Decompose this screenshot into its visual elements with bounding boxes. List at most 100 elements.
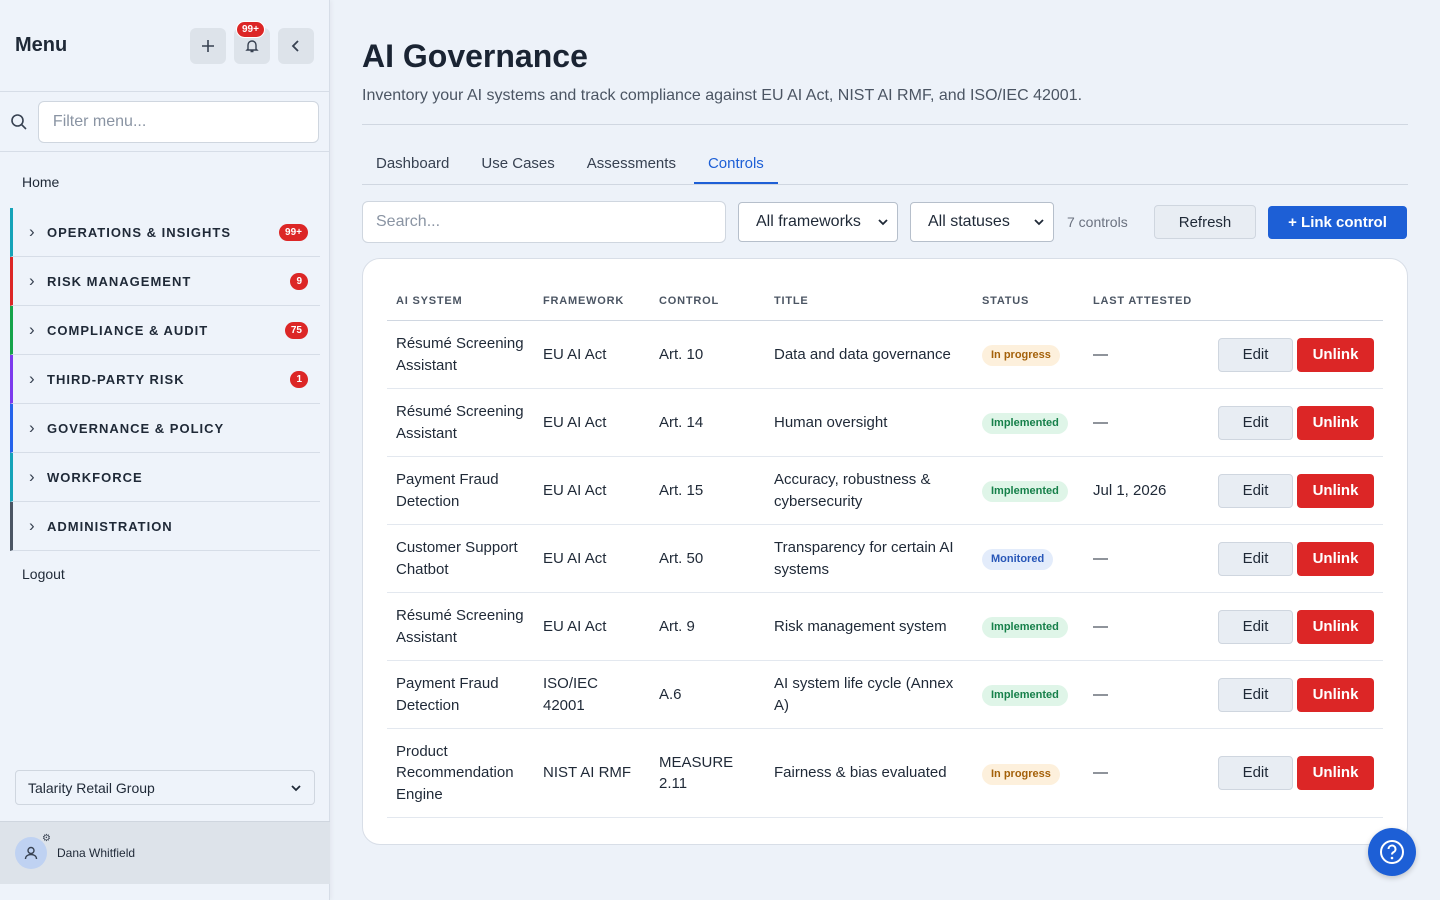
count-badge: 75 <box>284 321 308 339</box>
sidebar-section-risk-management[interactable]: › RISK MANAGEMENT 9 <box>10 257 320 306</box>
status-cell: Implemented <box>973 592 1084 661</box>
framework-cell: EU AI Act <box>534 456 650 525</box>
notifications-button[interactable]: 99+ <box>234 20 270 64</box>
count-badge: 9 <box>290 272 308 290</box>
control-cell: Art. 50 <box>650 524 765 593</box>
refresh-button[interactable]: Refresh <box>1154 205 1256 239</box>
unlink-button[interactable]: Unlink <box>1297 405 1374 440</box>
tab-bar: Dashboard Use Cases Assessments Controls <box>362 145 1408 185</box>
framework-select-value: All frameworks <box>756 213 861 230</box>
column-header-control: CONTROL <box>650 283 765 321</box>
help-button[interactable] <box>1368 828 1416 876</box>
sidebar-title: Menu <box>15 34 68 56</box>
title-cell: Human oversight <box>765 388 973 457</box>
search-icon <box>10 113 30 131</box>
sidebar-section-compliance-audit[interactable]: › COMPLIANCE & AUDIT 75 <box>10 306 320 355</box>
organization-label: Talarity Retail Group <box>28 779 155 796</box>
page-title: AI Governance <box>362 38 588 74</box>
sidebar-section-label: GOVERNANCE & POLICY <box>47 420 225 436</box>
sidebar-item-logout[interactable]: Logout <box>0 551 329 597</box>
edit-button[interactable]: Edit <box>1218 473 1293 508</box>
chevron-down-icon <box>878 219 888 226</box>
ai-system-cell: Résumé Screening Assistant <box>387 388 534 457</box>
sidebar: Menu 99+ Home ›OPERATIONS & INSIGHTS99+›… <box>0 0 330 900</box>
controls-table: AI SYSTEM FRAMEWORK CONTROL TITLE STATUS LAST… <box>387 283 1383 818</box>
ai-system-cell: Résumé Screening Assistant <box>387 592 534 661</box>
edit-button[interactable]: Edit <box>1218 405 1293 440</box>
actions-cell: Edit Unlink <box>1202 660 1383 729</box>
tab-dashboard[interactable]: Dashboard <box>362 145 463 184</box>
organization-select[interactable]: Talarity Retail Group <box>15 770 315 805</box>
sidebar-section-label: COMPLIANCE & AUDIT <box>47 322 209 338</box>
actions-cell: Edit Unlink <box>1202 524 1383 593</box>
table-row: Payment Fraud Detection ISO/IEC 42001 A.6 A… <box>387 660 1383 729</box>
edit-button[interactable]: Edit <box>1218 756 1293 790</box>
page-subtitle: Inventory your AI systems and track comp… <box>362 87 1408 125</box>
status-badge: In progress <box>982 345 1060 366</box>
table-header-row: AI SYSTEM FRAMEWORK CONTROL TITLE STATUS LAST… <box>387 283 1383 321</box>
chevron-right-icon: › <box>29 271 35 290</box>
unlink-button[interactable]: Unlink <box>1297 337 1374 372</box>
unlink-button[interactable]: Unlink <box>1297 473 1374 508</box>
control-cell: Art. 10 <box>650 320 765 389</box>
user-profile[interactable]: ⚙ Dana Whitfield <box>0 821 330 884</box>
unlink-button[interactable]: Unlink <box>1297 609 1374 644</box>
ai-system-cell: Payment Fraud Detection <box>387 660 534 729</box>
sidebar-section-workforce[interactable]: › WORKFORCE <box>10 453 320 502</box>
last-attested-cell: Jul 1, 2026 <box>1084 456 1202 525</box>
help-icon <box>1380 840 1404 864</box>
collapse-sidebar-button[interactable] <box>278 27 314 64</box>
chevron-right-icon: › <box>29 369 35 388</box>
framework-select[interactable]: All frameworks <box>738 202 898 242</box>
link-control-button[interactable]: + Link control <box>1268 205 1407 239</box>
sidebar-section-third-party-risk[interactable]: › THIRD-PARTY RISK 1 <box>10 355 320 404</box>
sidebar-section-label: WORKFORCE <box>47 469 143 485</box>
edit-button[interactable]: Edit <box>1218 609 1293 644</box>
control-cell: MEASURE 2.11 <box>650 728 765 818</box>
unlink-button[interactable]: Unlink <box>1297 756 1374 790</box>
status-cell: Implemented <box>973 456 1084 525</box>
status-select[interactable]: All statuses <box>910 202 1054 242</box>
title-cell: Accuracy, robustness & cybersecurity <box>765 456 973 525</box>
edit-button[interactable]: Edit <box>1218 677 1293 712</box>
status-badge: Monitored <box>982 549 1054 570</box>
tab-use-cases[interactable]: Use Cases <box>467 145 568 184</box>
control-cell: Art. 14 <box>650 388 765 457</box>
toolbar: All frameworks All statuses 7 controls R… <box>362 201 1408 243</box>
sidebar-section-administration[interactable]: › ADMINISTRATION <box>10 502 320 551</box>
sidebar-section-label: THIRD-PARTY RISK <box>47 371 185 387</box>
status-cell: Implemented <box>973 388 1084 457</box>
chevron-right-icon: › <box>29 320 35 339</box>
framework-cell: EU AI Act <box>534 592 650 661</box>
last-attested-cell: — <box>1084 320 1202 389</box>
title-cell: Risk management system <box>765 592 973 661</box>
unlink-button[interactable]: Unlink <box>1297 677 1374 712</box>
ai-system-cell: Customer Support Chatbot <box>387 524 534 593</box>
framework-cell: ISO/IEC 42001 <box>534 660 650 729</box>
plus-icon <box>202 39 214 52</box>
sidebar-filter <box>0 92 329 152</box>
edit-button[interactable]: Edit <box>1218 541 1293 576</box>
add-button[interactable] <box>190 27 226 64</box>
framework-cell: EU AI Act <box>534 524 650 593</box>
count-badge: 1 <box>290 370 308 388</box>
tab-controls[interactable]: Controls <box>693 145 778 184</box>
tab-assessments[interactable]: Assessments <box>573 145 690 184</box>
framework-cell: EU AI Act <box>534 388 650 457</box>
status-cell: In progress <box>973 728 1084 818</box>
edit-button[interactable]: Edit <box>1218 337 1293 372</box>
ai-system-cell: Product Recommendation Engine <box>387 728 534 818</box>
column-header-ai-system: AI SYSTEM <box>387 283 534 321</box>
table-row: Customer Support Chatbot EU AI Act Art. 50… <box>387 524 1383 593</box>
actions-cell: Edit Unlink <box>1202 456 1383 525</box>
table-row: Payment Fraud Detection EU AI Act Art. 15 A… <box>387 456 1383 525</box>
sidebar-item-home[interactable]: Home <box>0 152 329 208</box>
search-input[interactable] <box>362 201 726 243</box>
unlink-button[interactable]: Unlink <box>1297 541 1374 576</box>
sidebar-section-operations-insights[interactable]: › OPERATIONS & INSIGHTS 99+ <box>10 208 320 257</box>
filter-menu-input[interactable] <box>37 100 319 143</box>
sidebar-section-governance-policy[interactable]: › GOVERNANCE & POLICY <box>10 404 320 453</box>
control-cell: A.6 <box>650 660 765 729</box>
chevron-right-icon: › <box>29 516 35 535</box>
title-cell: Fairness & bias evaluated <box>765 728 973 818</box>
